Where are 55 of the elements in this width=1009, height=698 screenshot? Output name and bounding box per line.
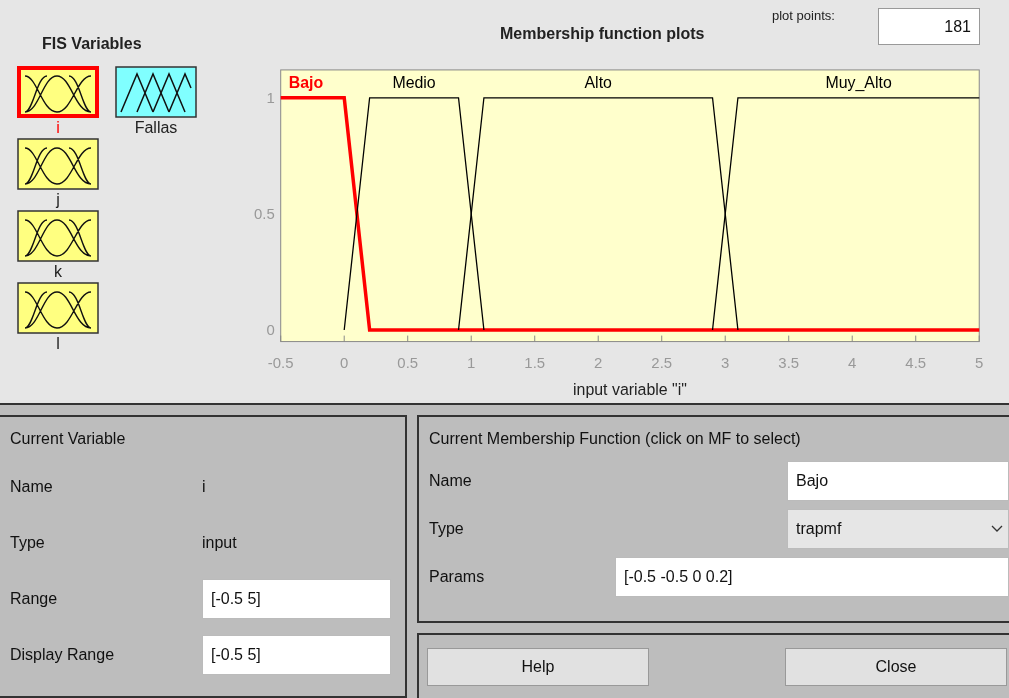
- chevron-down-icon: [990, 524, 1004, 534]
- field-label: Type: [429, 519, 464, 539]
- y-tick-label: 1: [266, 88, 275, 106]
- x-tick-label: -0.5: [267, 354, 294, 372]
- plot-points-label: plot points:: [772, 7, 835, 25]
- x-axis-label: input variable "i": [573, 381, 687, 399]
- panel-title: Current Membership Function (click on MF to select): [429, 429, 802, 449]
- field-label: Params: [429, 567, 485, 587]
- mf-label[interactable]: Bajo: [288, 73, 324, 91]
- plot-points-field[interactable]: 181: [878, 8, 980, 45]
- display-range-field[interactable]: [-0.5 5]: [202, 635, 391, 675]
- x-tick-label: 2.5: [651, 354, 673, 372]
- y-tick-label: 0: [266, 320, 275, 338]
- x-tick-label: 4: [848, 354, 857, 372]
- mf-label[interactable]: Muy_Alto: [825, 73, 892, 91]
- x-tick-label: 1: [467, 354, 476, 372]
- variable-label: l: [56, 334, 60, 354]
- mf-name-field[interactable]: Bajo: [787, 461, 1009, 501]
- x-tick-label: 0: [340, 354, 349, 372]
- dialog-button[interactable]: Help: [427, 647, 649, 686]
- panel-title: FIS Variables: [41, 34, 143, 54]
- bell-curves-icon[interactable]: [17, 282, 99, 334]
- triangles-icon[interactable]: [115, 66, 197, 118]
- variable-name: i: [202, 477, 206, 497]
- mf-label[interactable]: Medio: [392, 73, 436, 91]
- variable-label: i: [56, 118, 60, 138]
- panel-title: Current Variable: [10, 429, 127, 449]
- range-field[interactable]: [-0.5 5]: [202, 579, 391, 619]
- variable-label: Fallas: [134, 118, 178, 138]
- x-tick-label: 3: [721, 354, 730, 372]
- x-tick-label: 0.5: [397, 354, 419, 372]
- field-label: Type: [10, 533, 46, 553]
- x-tick-label: 3.5: [778, 354, 800, 372]
- field-label: Name: [429, 471, 472, 491]
- mf-type-dropdown[interactable]: trapmf: [787, 509, 1009, 549]
- field-label: Display Range: [10, 645, 116, 665]
- field-label: Name: [10, 477, 54, 497]
- membership-curve[interactable]: [343, 96, 485, 331]
- bell-curves-icon[interactable]: [17, 66, 99, 118]
- membership-curve[interactable]: [457, 96, 739, 331]
- bell-curves-icon[interactable]: [17, 210, 99, 262]
- x-tick-label: 5: [975, 354, 984, 372]
- x-tick-label: 2: [594, 354, 603, 372]
- x-tick-label: 4.5: [905, 354, 927, 372]
- variable-label: j: [56, 190, 60, 210]
- y-tick-label: 0.5: [254, 204, 275, 222]
- x-tick-label: 1.5: [524, 354, 546, 372]
- chart-title: Membership function plots: [500, 24, 705, 44]
- params-field[interactable]: [-0.5 -0.5 0 0.2]: [615, 557, 1009, 597]
- bell-curves-icon[interactable]: [17, 138, 99, 190]
- variable-label: k: [54, 262, 62, 282]
- mf-label[interactable]: Alto: [584, 73, 612, 91]
- field-label: Range: [10, 589, 59, 609]
- variable-type: input: [202, 533, 237, 553]
- dialog-button[interactable]: Close: [785, 647, 1007, 686]
